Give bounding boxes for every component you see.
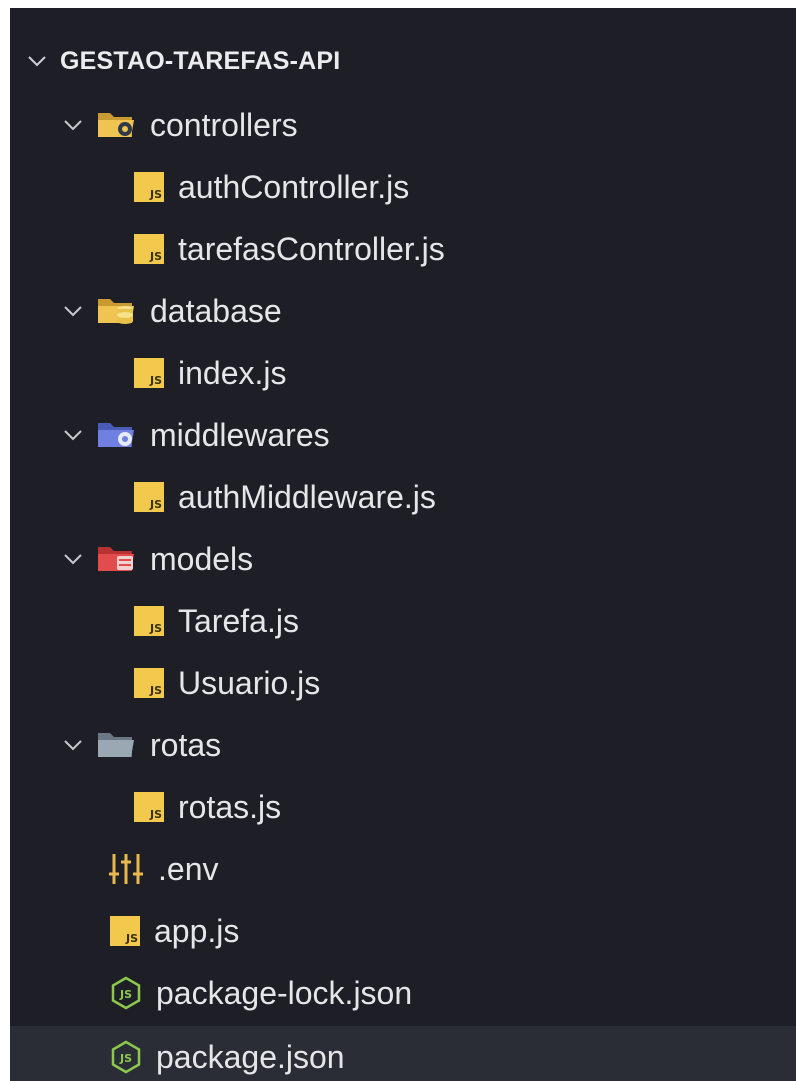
folder-controllers-icon: [96, 109, 136, 141]
tree-file-package-json[interactable]: JS package.json: [10, 1026, 796, 1081]
chevron-down-icon[interactable]: [22, 46, 52, 76]
tree-item-label: Usuario.js: [178, 664, 321, 701]
tree-item-label: authController.js: [178, 168, 410, 205]
tree-file-usuario[interactable]: JS Usuario.js: [10, 652, 796, 714]
tree-item-label: authMiddleware.js: [178, 478, 436, 515]
tree-folder-database[interactable]: database: [10, 280, 796, 342]
javascript-file-icon: JS: [110, 916, 140, 946]
folder-icon: [96, 729, 136, 761]
env-settings-icon: [108, 852, 144, 886]
tree-item-label: index.js: [178, 354, 287, 391]
tree-file-authmiddleware[interactable]: JS authMiddleware.js: [10, 466, 796, 528]
tree-item-label: controllers: [150, 106, 298, 143]
tree-file-tarefa[interactable]: JS Tarefa.js: [10, 590, 796, 652]
tree-file-package-lock[interactable]: JS package-lock.json: [10, 962, 796, 1024]
javascript-file-icon: JS: [134, 234, 164, 264]
chevron-down-icon[interactable]: [58, 730, 88, 760]
tree-item-label: .env: [158, 850, 219, 887]
explorer-root-folder[interactable]: GESTAO-TAREFAS-API: [10, 30, 796, 92]
tree-folder-controllers[interactable]: controllers: [10, 94, 796, 156]
tree-item-label: package-lock.json: [156, 974, 413, 1011]
javascript-file-icon: JS: [134, 668, 164, 698]
javascript-file-icon: JS: [134, 482, 164, 512]
tree-file-authcontroller[interactable]: JS authController.js: [10, 156, 796, 218]
nodejs-icon: JS: [110, 1040, 142, 1074]
chevron-down-icon[interactable]: [58, 420, 88, 450]
tree-file-tarefascontroller[interactable]: JS tarefasController.js: [10, 218, 796, 280]
tree-item-label: middlewares: [150, 416, 330, 453]
nodejs-icon: JS: [110, 976, 142, 1010]
tree-file-app[interactable]: JS app.js: [10, 900, 796, 962]
chevron-down-icon[interactable]: [58, 296, 88, 326]
chevron-down-icon[interactable]: [58, 110, 88, 140]
folder-database-icon: [96, 295, 136, 327]
tree-item-label: models: [150, 540, 254, 577]
tree-item-label: Tarefa.js: [178, 602, 299, 639]
tree-file-env[interactable]: .env: [10, 838, 796, 900]
tree-item-label: app.js: [154, 912, 240, 949]
file-explorer-panel: GESTAO-TAREFAS-API controllers JS authCo…: [10, 8, 796, 1081]
tree-item-label: package.json: [156, 1038, 345, 1075]
javascript-file-icon: JS: [134, 358, 164, 388]
tree-item-label: rotas.js: [178, 788, 282, 825]
folder-middleware-icon: [96, 419, 136, 451]
tree-folder-models[interactable]: models: [10, 528, 796, 590]
svg-text:JS: JS: [119, 1052, 132, 1065]
tree-file-index[interactable]: JS index.js: [10, 342, 796, 404]
tree-item-label: tarefasController.js: [178, 230, 445, 267]
javascript-file-icon: JS: [134, 606, 164, 636]
tree-item-label: rotas: [150, 726, 222, 763]
chevron-down-icon[interactable]: [58, 544, 88, 574]
tree-item-label: database: [150, 292, 282, 329]
tree-file-rotas[interactable]: JS rotas.js: [10, 776, 796, 838]
svg-text:JS: JS: [119, 988, 132, 1001]
explorer-root-label: GESTAO-TAREFAS-API: [60, 46, 341, 75]
folder-models-icon: [96, 543, 136, 575]
tree-folder-rotas[interactable]: rotas: [10, 714, 796, 776]
tree-folder-middlewares[interactable]: middlewares: [10, 404, 796, 466]
javascript-file-icon: JS: [134, 172, 164, 202]
javascript-file-icon: JS: [134, 792, 164, 822]
